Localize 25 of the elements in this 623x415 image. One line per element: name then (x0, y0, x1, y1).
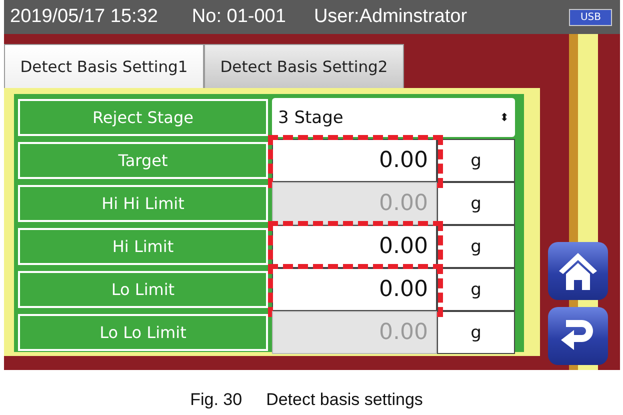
tab[interactable]: Detect Basis Setting2 (204, 44, 404, 88)
stage-dropdown[interactable]: 3 Stage ⬍ (272, 98, 515, 137)
date-time: 2019/05/17 15:32 (10, 6, 158, 28)
back-button[interactable] (548, 307, 608, 365)
tab[interactable]: Detect Basis Setting1 (4, 44, 204, 88)
figure-caption: Detect basis settings (266, 390, 423, 410)
number-label: No: 01-001 (192, 6, 286, 28)
unit-label: g (437, 268, 515, 311)
user-label: User:Adminstrator (314, 6, 468, 28)
value-field[interactable]: 0.00 (272, 225, 437, 268)
unit-label: g (437, 225, 515, 268)
field-label: Hi Hi Limit (18, 185, 268, 222)
home-button[interactable] (548, 242, 608, 300)
field-label: Reject Stage (18, 99, 268, 136)
value-field[interactable]: 0.00 (272, 268, 437, 311)
figure-number: Fig. 30 (190, 390, 242, 410)
field-label: Lo Limit (18, 271, 268, 308)
field-label: Target (18, 142, 268, 179)
field-label: Lo Lo Limit (18, 314, 268, 351)
unit-label: g (437, 139, 515, 182)
unit-label: g (437, 182, 515, 225)
value-field[interactable]: 0.00 (272, 139, 437, 182)
unit-label: g (437, 311, 515, 354)
field-label: Hi Limit (18, 228, 268, 265)
usb-indicator: USB (569, 8, 612, 26)
